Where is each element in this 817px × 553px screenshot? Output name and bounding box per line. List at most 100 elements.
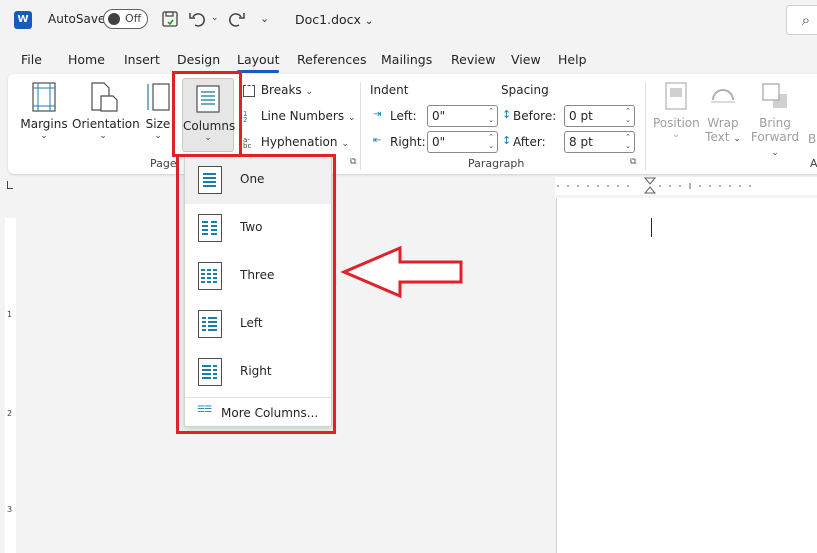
send-backward-button[interactable]: B [808, 132, 816, 146]
orientation-button[interactable]: Orientation ⌄ [72, 82, 140, 141]
ribbon-separator [360, 82, 361, 170]
position-label: Position [653, 116, 700, 130]
ruler-mark-label: 2 [7, 409, 13, 418]
breaks-button[interactable]: Breaks ⌄ [243, 83, 313, 97]
dialog-launcher-icon[interactable]: ⧉ [350, 157, 356, 167]
chevron-down-icon: ⌄ [40, 131, 48, 141]
hyphenation-button[interactable]: a-bc Hyphenation ⌄ [243, 135, 349, 149]
tab-home[interactable]: Home [68, 52, 105, 67]
wrap-text-label-2: Text ⌄ [705, 130, 741, 144]
undo-dropdown-icon[interactable]: ⌄ [211, 13, 219, 23]
autosave-label: AutoSave [48, 12, 106, 26]
spacing-before-icon: ↕ [502, 108, 512, 121]
margins-label: Margins [20, 117, 68, 131]
spacing-after-label: After: [513, 135, 546, 149]
columns-highlight-box [172, 71, 242, 157]
word-logo-icon: W [14, 11, 32, 29]
save-icon[interactable] [160, 10, 180, 30]
line-numbers-label: Line Numbers [260, 109, 345, 123]
customize-icon[interactable]: ⌄ [260, 12, 269, 25]
doc-title-text: Doc1.docx [295, 12, 361, 27]
indent-marker-icon[interactable] [644, 177, 656, 195]
redo-icon[interactable] [226, 10, 246, 30]
size-label: Size [145, 117, 171, 131]
chevron-down-icon: ⌄ [364, 16, 374, 27]
bring-forward-label-2: Forward ⌄ [750, 130, 800, 158]
indent-left-label: Left: [390, 109, 417, 123]
spinner-icon[interactable]: ⌃ ⌄ [488, 107, 494, 125]
ribbon-separator [645, 82, 646, 170]
tab-references[interactable]: References [297, 52, 366, 67]
bring-label: Bring [759, 116, 791, 130]
chevron-down-icon: ⌄ [347, 113, 356, 123]
position-button[interactable]: Position ⌄ [653, 82, 700, 140]
tab-file[interactable]: File [21, 52, 42, 67]
active-tab-indicator [237, 70, 279, 73]
document-title[interactable]: Doc1.docx ⌄ [295, 12, 373, 27]
spacing-after-icon: ↕ [502, 134, 512, 147]
size-icon [147, 83, 170, 111]
chevron-down-icon: ⌄ [305, 87, 314, 97]
spacing-before-label: Before: [513, 109, 557, 123]
bring-forward-icon [762, 83, 787, 108]
ruler-corner[interactable] [0, 177, 20, 195]
spacing-before-value: 0 pt [569, 109, 593, 123]
spinner-icon[interactable]: ⌃ ⌄ [488, 133, 494, 151]
spacing-after-value: 8 pt [569, 135, 593, 149]
tab-review[interactable]: Review [451, 52, 496, 67]
indent-right-label: Right: [390, 135, 426, 149]
tab-insert[interactable]: Insert [124, 52, 160, 67]
position-icon [665, 82, 687, 110]
line-numbers-button[interactable]: 12 Line Numbers ⌄ [243, 109, 355, 123]
orientation-label: Orientation [72, 117, 140, 131]
margins-icon [32, 82, 56, 112]
wrap-text-icon [711, 89, 735, 103]
spacing-before-field[interactable]: 0 pt ⌃ ⌄ [564, 105, 635, 127]
autosave-toggle[interactable]: Off [103, 9, 148, 29]
tab-help[interactable]: Help [558, 52, 587, 67]
tab-design[interactable]: Design [177, 52, 220, 67]
ruler-mark-label: 3 [7, 505, 13, 514]
spinner-icon[interactable]: ⌃ ⌄ [625, 133, 631, 151]
size-button[interactable]: Size ⌄ [144, 82, 172, 141]
page-setup-group-label: Page [150, 157, 177, 170]
tab-mailings[interactable]: Mailings [381, 52, 432, 67]
chevron-down-icon: ⌄ [154, 131, 162, 141]
spacing-heading: Spacing [501, 83, 549, 97]
indent-left-value: 0" [432, 109, 446, 123]
wrap-text-button[interactable]: Wrap Text ⌄ [703, 82, 743, 144]
tab-layout[interactable]: Layout [237, 52, 280, 67]
chevron-down-icon: ⌄ [672, 130, 680, 140]
breaks-label: Breaks [260, 83, 302, 97]
text-cursor [651, 218, 652, 237]
bring-forward-button[interactable]: Bring Forward ⌄ [748, 82, 802, 158]
indent-right-field[interactable]: 0" ⌃ ⌄ [427, 131, 498, 153]
search-icon[interactable]: ⌕ [786, 5, 817, 35]
dialog-launcher-icon[interactable]: ⧉ [630, 157, 636, 167]
arrange-group-label: A [810, 157, 817, 170]
spacing-after-field[interactable]: 8 pt ⌃ ⌄ [564, 131, 635, 153]
indent-left-icon: ⇥ [373, 109, 382, 120]
document-page[interactable] [556, 198, 817, 553]
undo-icon[interactable] [188, 10, 208, 30]
wrap-label: Wrap [707, 116, 739, 130]
toggle-knob [108, 13, 120, 25]
indent-heading: Indent [370, 83, 409, 97]
dropdown-highlight-box [176, 154, 336, 434]
indent-right-value: 0" [432, 135, 446, 149]
horizontal-ruler[interactable] [555, 177, 817, 195]
vertical-ruler-track: 1 2 3 [5, 218, 16, 553]
spinner-icon[interactable]: ⌃ ⌄ [625, 107, 631, 125]
tab-view[interactable]: View [511, 52, 541, 67]
orientation-icon [91, 82, 118, 112]
indent-left-field[interactable]: 0" ⌃ ⌄ [427, 105, 498, 127]
hyphenation-icon: a-bc [243, 135, 252, 150]
indent-right-icon: ⇤ [373, 135, 382, 146]
paragraph-group-label: Paragraph [468, 157, 525, 170]
chevron-down-icon: ⌄ [341, 139, 349, 149]
chevron-down-icon: ⌄ [99, 131, 107, 141]
autosave-state: Off [125, 12, 142, 25]
hyphenation-label: Hyphenation [260, 135, 338, 149]
ruler-mark-label: 1 [7, 310, 13, 319]
margins-button[interactable]: Margins ⌄ [20, 82, 68, 141]
